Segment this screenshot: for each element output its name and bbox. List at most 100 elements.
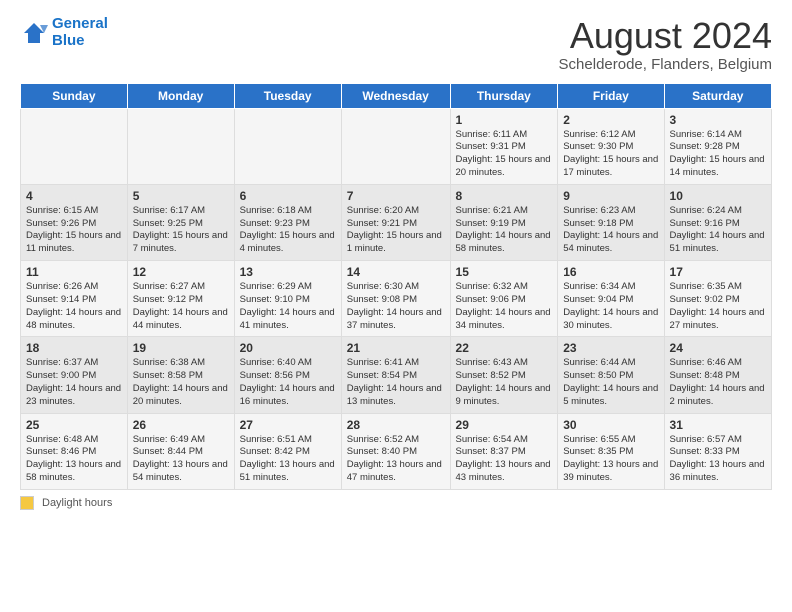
day-info: Sunrise: 6:21 AM Sunset: 9:19 PM Dayligh… (456, 205, 553, 256)
day-cell: 2Sunrise: 6:12 AM Sunset: 9:30 PM Daylig… (558, 108, 664, 184)
day-number: 2 (563, 113, 658, 127)
logo-icon (20, 19, 48, 47)
day-number: 14 (347, 265, 445, 279)
page: General Blue August 2024 Schelderode, Fl… (0, 0, 792, 520)
day-cell: 22Sunrise: 6:43 AM Sunset: 8:52 PM Dayli… (450, 337, 558, 413)
day-cell: 15 Sunrise: 6:32 AM Sunset: 9:06 PM Dayli… (450, 261, 558, 337)
day-cell: 9 Sunrise: 6:23 AM Sunset: 9:18 PM Daylig… (558, 184, 664, 260)
footer: Daylight hours (20, 496, 772, 510)
day-number: 7 (347, 189, 445, 203)
day-number: 12 (133, 265, 229, 279)
day-info: Sunrise: 6:52 AM Sunset: 8:40 PM Dayligh… (347, 434, 445, 485)
day-info: Sunrise: 6:11 AM Sunset: 9:31 PM Dayligh… (456, 129, 553, 180)
header-cell-friday: Friday (558, 83, 664, 108)
day-cell: 5Sunrise: 6:17 AM Sunset: 9:25 PM Daylig… (127, 184, 234, 260)
day-info: Sunrise: 6:18 AM Sunset: 9:23 PM Dayligh… (240, 205, 336, 256)
day-cell (341, 108, 450, 184)
day-info: Sunrise: 6:55 AM Sunset: 8:35 PM Dayligh… (563, 434, 658, 485)
day-number: 17 (670, 265, 766, 279)
day-number: 29 (456, 418, 553, 432)
day-info: Sunrise: 6:27 AM Sunset: 9:12 PM Dayligh… (133, 281, 229, 332)
day-number: 23 (563, 341, 658, 355)
day-info: Sunrise: 6:23 AM Sunset: 9:18 PM Dayligh… (563, 205, 658, 256)
day-number: 20 (240, 341, 336, 355)
day-info: Sunrise: 6:17 AM Sunset: 9:25 PM Dayligh… (133, 205, 229, 256)
day-info: Sunrise: 6:15 AM Sunset: 9:26 PM Dayligh… (26, 205, 122, 256)
day-number: 27 (240, 418, 336, 432)
day-info: Sunrise: 6:20 AM Sunset: 9:21 PM Dayligh… (347, 205, 445, 256)
week-row-2: 4 Sunrise: 6:15 AM Sunset: 9:26 PM Daylig… (21, 184, 772, 260)
day-cell: 18Sunrise: 6:37 AM Sunset: 9:00 PM Dayli… (21, 337, 128, 413)
day-number: 1 (456, 113, 553, 127)
day-number: 4 (26, 189, 122, 203)
day-cell: 4 Sunrise: 6:15 AM Sunset: 9:26 PM Daylig… (21, 184, 128, 260)
day-info: Sunrise: 6:41 AM Sunset: 8:54 PM Dayligh… (347, 357, 445, 408)
day-cell: 10 Sunrise: 6:24 AM Sunset: 9:16 PM Dayli… (664, 184, 771, 260)
day-number: 26 (133, 418, 229, 432)
day-info: Sunrise: 6:34 AM Sunset: 9:04 PM Dayligh… (563, 281, 658, 332)
day-number: 9 (563, 189, 658, 203)
logo: General Blue (20, 16, 108, 49)
legend-box (20, 496, 34, 510)
day-number: 21 (347, 341, 445, 355)
day-number: 13 (240, 265, 336, 279)
day-cell: 30 Sunrise: 6:55 AM Sunset: 8:35 PM Dayli… (558, 413, 664, 489)
day-cell: 28Sunrise: 6:52 AM Sunset: 8:40 PM Dayli… (341, 413, 450, 489)
logo-text: General Blue (52, 16, 108, 49)
day-number: 24 (670, 341, 766, 355)
day-cell: 24Sunrise: 6:46 AM Sunset: 8:48 PM Dayli… (664, 337, 771, 413)
day-cell: 26 Sunrise: 6:49 AM Sunset: 8:44 PM Dayli… (127, 413, 234, 489)
day-cell: 27 Sunrise: 6:51 AM Sunset: 8:42 PM Dayli… (234, 413, 341, 489)
day-cell (127, 108, 234, 184)
day-cell: 17 Sunrise: 6:35 AM Sunset: 9:02 PM Dayli… (664, 261, 771, 337)
legend-text: Daylight hours (42, 497, 112, 509)
week-row-3: 11Sunrise: 6:26 AM Sunset: 9:14 PM Dayli… (21, 261, 772, 337)
subtitle: Schelderode, Flanders, Belgium (559, 56, 772, 73)
calendar-table: SundayMondayTuesdayWednesdayThursdayFrid… (20, 83, 772, 490)
day-number: 10 (670, 189, 766, 203)
day-cell: 31 Sunrise: 6:57 AM Sunset: 8:33 PM Dayli… (664, 413, 771, 489)
header-cell-wednesday: Wednesday (341, 83, 450, 108)
day-info: Sunrise: 6:57 AM Sunset: 8:33 PM Dayligh… (670, 434, 766, 485)
day-cell: 1 Sunrise: 6:11 AM Sunset: 9:31 PM Daylig… (450, 108, 558, 184)
day-info: Sunrise: 6:54 AM Sunset: 8:37 PM Dayligh… (456, 434, 553, 485)
day-info: Sunrise: 6:48 AM Sunset: 8:46 PM Dayligh… (26, 434, 122, 485)
header-cell-saturday: Saturday (664, 83, 771, 108)
day-cell: 8 Sunrise: 6:21 AM Sunset: 9:19 PM Daylig… (450, 184, 558, 260)
day-number: 19 (133, 341, 229, 355)
day-cell: 11Sunrise: 6:26 AM Sunset: 9:14 PM Dayli… (21, 261, 128, 337)
day-number: 6 (240, 189, 336, 203)
day-number: 25 (26, 418, 122, 432)
day-number: 3 (670, 113, 766, 127)
day-info: Sunrise: 6:32 AM Sunset: 9:06 PM Dayligh… (456, 281, 553, 332)
day-cell: 12 Sunrise: 6:27 AM Sunset: 9:12 PM Dayli… (127, 261, 234, 337)
day-cell: 20 Sunrise: 6:40 AM Sunset: 8:56 PM Dayli… (234, 337, 341, 413)
day-cell: 3Sunrise: 6:14 AM Sunset: 9:28 PM Daylig… (664, 108, 771, 184)
header-row: SundayMondayTuesdayWednesdayThursdayFrid… (21, 83, 772, 108)
day-info: Sunrise: 6:40 AM Sunset: 8:56 PM Dayligh… (240, 357, 336, 408)
week-row-1: 1 Sunrise: 6:11 AM Sunset: 9:31 PM Daylig… (21, 108, 772, 184)
day-cell: 14 Sunrise: 6:30 AM Sunset: 9:08 PM Dayli… (341, 261, 450, 337)
day-number: 15 (456, 265, 553, 279)
day-number: 18 (26, 341, 122, 355)
day-info: Sunrise: 6:26 AM Sunset: 9:14 PM Dayligh… (26, 281, 122, 332)
day-info: Sunrise: 6:29 AM Sunset: 9:10 PM Dayligh… (240, 281, 336, 332)
day-info: Sunrise: 6:24 AM Sunset: 9:16 PM Dayligh… (670, 205, 766, 256)
header-cell-monday: Monday (127, 83, 234, 108)
day-info: Sunrise: 6:51 AM Sunset: 8:42 PM Dayligh… (240, 434, 336, 485)
day-info: Sunrise: 6:35 AM Sunset: 9:02 PM Dayligh… (670, 281, 766, 332)
day-cell: 13 Sunrise: 6:29 AM Sunset: 9:10 PM Dayli… (234, 261, 341, 337)
day-number: 30 (563, 418, 658, 432)
day-number: 8 (456, 189, 553, 203)
day-number: 31 (670, 418, 766, 432)
title-area: August 2024 Schelderode, Flanders, Belgi… (559, 16, 772, 73)
day-number: 16 (563, 265, 658, 279)
day-cell: 16 Sunrise: 6:34 AM Sunset: 9:04 PM Dayli… (558, 261, 664, 337)
day-info: Sunrise: 6:38 AM Sunset: 8:58 PM Dayligh… (133, 357, 229, 408)
day-info: Sunrise: 6:30 AM Sunset: 9:08 PM Dayligh… (347, 281, 445, 332)
day-cell: 29 Sunrise: 6:54 AM Sunset: 8:37 PM Dayli… (450, 413, 558, 489)
day-cell: 7 Sunrise: 6:20 AM Sunset: 9:21 PM Daylig… (341, 184, 450, 260)
day-cell (21, 108, 128, 184)
day-info: Sunrise: 6:49 AM Sunset: 8:44 PM Dayligh… (133, 434, 229, 485)
day-cell (234, 108, 341, 184)
